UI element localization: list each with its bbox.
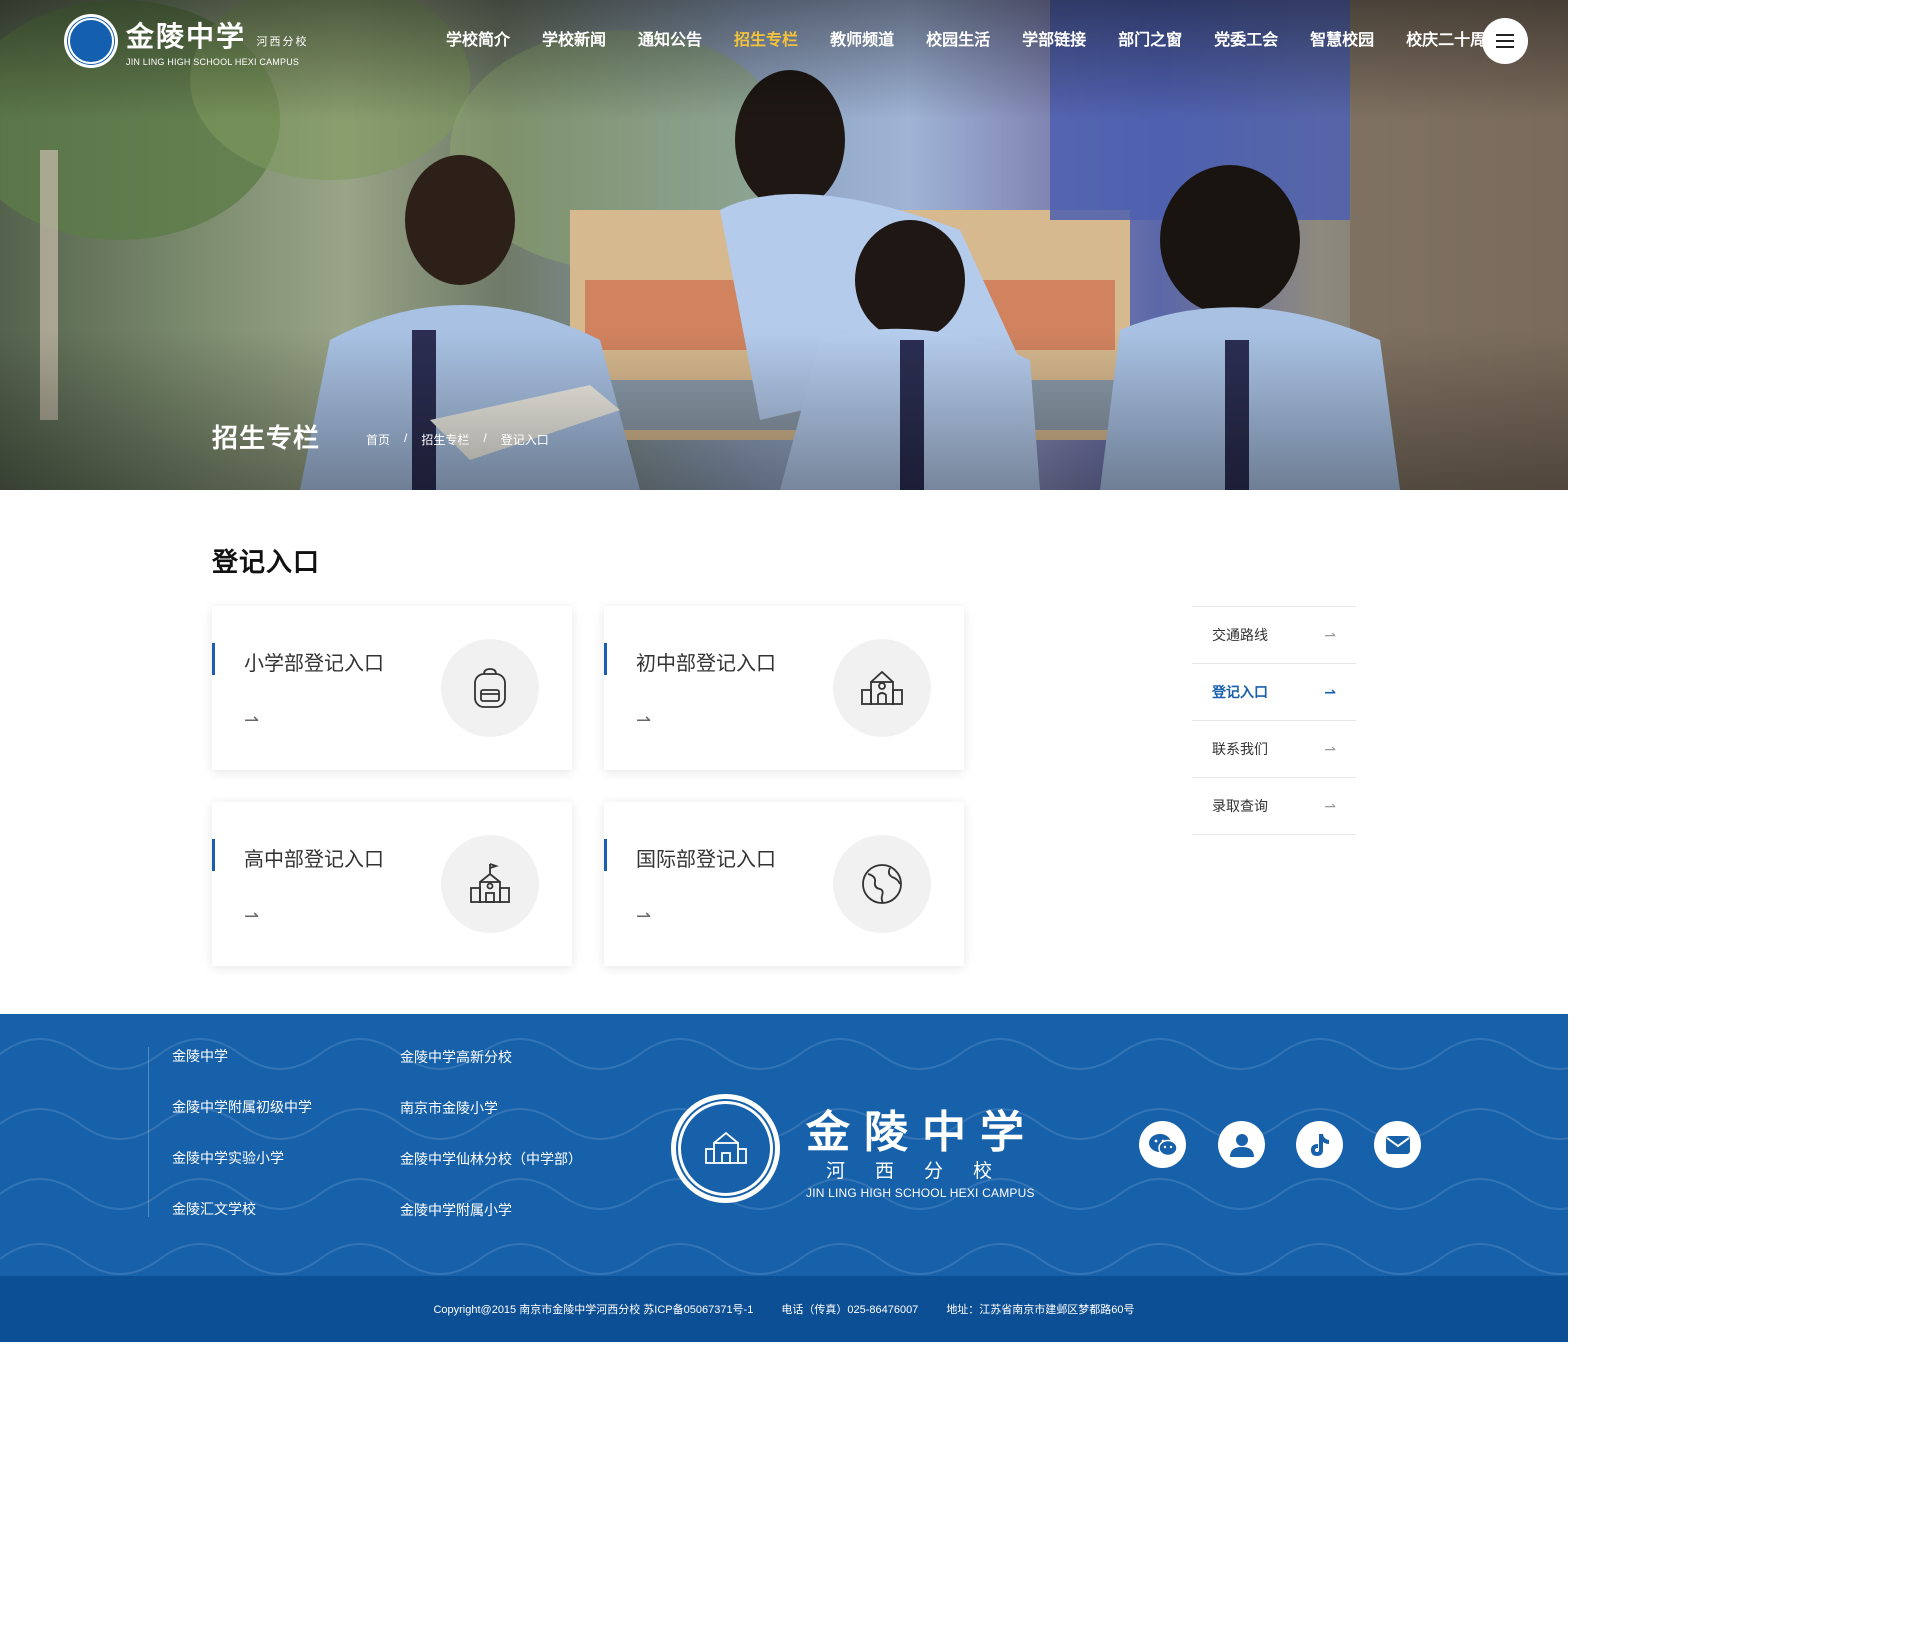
main-nav: 学校简介 学校新闻 通知公告 招生专栏 教师频道 校园生活 学部链接 部门之窗 …	[430, 30, 1518, 52]
nav-item-notices[interactable]: 通知公告	[638, 30, 702, 52]
nav-item-teachers[interactable]: 教师频道	[830, 30, 894, 52]
side-item-transport[interactable]: 交通路线 ⇀	[1192, 607, 1356, 664]
side-item-admission-query[interactable]: 录取查询 ⇀	[1192, 778, 1356, 835]
phone-text: 电话（传真）025-86476007	[781, 1304, 919, 1316]
schoolhouse-flag-icon	[441, 835, 539, 933]
breadcrumb-separator: /	[483, 431, 487, 445]
logo-branch: 河西分校	[256, 36, 309, 48]
card-senior-registration[interactable]: 高中部登记入口 ⇀	[212, 802, 572, 966]
card-title: 小学部登记入口	[244, 653, 384, 675]
footer-divider	[148, 1047, 149, 1217]
logo-english: JIN LING HIGH SCHOOL HEXI CAMPUS	[126, 57, 300, 67]
banner-title: 招生专栏	[212, 423, 321, 453]
hero-banner: 金陵中学 河西分校 JIN LING HIGH SCHOOL HEXI CAMP…	[0, 0, 1568, 490]
footer-school-seal-icon	[671, 1094, 780, 1203]
nav-item-departments[interactable]: 部门之窗	[1118, 30, 1182, 52]
card-title: 初中部登记入口	[636, 653, 776, 675]
arrow-right-icon: ⇀	[1324, 797, 1336, 814]
footer-link[interactable]: 金陵汇文学校	[172, 1199, 312, 1250]
card-primary-registration[interactable]: 小学部登记入口 ⇀	[212, 606, 572, 770]
breadcrumb-admissions[interactable]: 招生专栏	[421, 431, 469, 448]
site-logo[interactable]: 金陵中学 河西分校 JIN LING HIGH SCHOOL HEXI CAMP…	[64, 14, 308, 68]
card-junior-registration[interactable]: 初中部登记入口 ⇀	[604, 606, 964, 770]
copyright-text: Copyright@2015 南京市金陵中学河西分校 苏ICP备05067371…	[433, 1304, 754, 1316]
footer-link[interactable]: 金陵中学	[172, 1046, 312, 1097]
card-title: 高中部登记入口	[244, 849, 384, 871]
nav-item-divisions[interactable]: 学部链接	[1022, 30, 1086, 52]
side-item-label: 交通路线	[1212, 627, 1268, 643]
mail-icon[interactable]	[1374, 1121, 1421, 1168]
card-accent-bar	[212, 643, 215, 675]
arrow-right-icon: ⇀	[1324, 740, 1336, 757]
nav-item-campus-life[interactable]: 校园生活	[926, 30, 990, 52]
hero-bottom-shade	[0, 330, 1568, 490]
card-accent-bar	[212, 839, 215, 871]
page-title: 登记入口	[212, 547, 321, 577]
side-item-label: 录取查询	[1212, 798, 1268, 814]
breadcrumb-separator: /	[404, 431, 408, 445]
footer-link[interactable]: 金陵中学实验小学	[172, 1148, 312, 1199]
footer-link[interactable]: 金陵中学附属初级中学	[172, 1097, 312, 1148]
footer-logo-branch: 河西分校	[826, 1161, 1023, 1182]
side-item-registration[interactable]: 登记入口 ⇀	[1192, 664, 1356, 721]
nav-item-party-union[interactable]: 党委工会	[1214, 30, 1278, 52]
user-icon[interactable]	[1218, 1121, 1265, 1168]
school-seal-icon	[64, 14, 118, 68]
footer-links-col2: 金陵中学高新分校 南京市金陵小学 金陵中学仙林分校（中学部） 金陵中学附属小学	[400, 1047, 582, 1251]
card-title: 国际部登记入口	[636, 849, 776, 871]
footer-links-col1: 金陵中学 金陵中学附属初级中学 金陵中学实验小学 金陵汇文学校	[172, 1046, 312, 1250]
wechat-icon[interactable]	[1139, 1121, 1186, 1168]
breadcrumb-current: 登记入口	[500, 433, 549, 447]
arrow-right-icon: ⇀	[1324, 683, 1336, 700]
side-item-contact[interactable]: 联系我们 ⇀	[1192, 721, 1356, 778]
arrow-right-icon: ⇀	[636, 906, 652, 926]
arrow-right-icon: ⇀	[244, 710, 260, 730]
backpack-icon	[441, 639, 539, 737]
school-building-icon	[833, 639, 931, 737]
arrow-right-icon: ⇀	[244, 906, 260, 926]
tiktok-icon[interactable]	[1296, 1121, 1343, 1168]
page: 金陵中学 河西分校 JIN LING HIGH SCHOOL HEXI CAMP…	[0, 0, 1568, 1342]
footer-link[interactable]: 金陵中学附属小学	[400, 1200, 582, 1251]
nav-item-admissions[interactable]: 招生专栏	[734, 30, 798, 52]
card-accent-bar	[604, 839, 607, 871]
breadcrumb: 首页 / 招生专栏 / 登记入口	[366, 431, 549, 448]
side-menu: 交通路线 ⇀ 登记入口 ⇀ 联系我们 ⇀ 录取查询 ⇀	[1192, 606, 1356, 835]
globe-icon	[833, 835, 931, 933]
hamburger-menu-icon[interactable]	[1482, 18, 1528, 64]
footer-link[interactable]: 金陵中学仙林分校（中学部）	[400, 1149, 582, 1200]
nav-item-about[interactable]: 学校简介	[446, 30, 510, 52]
nav-item-news[interactable]: 学校新闻	[542, 30, 606, 52]
address-text: 地址：江苏省南京市建邺区梦都路60号	[946, 1304, 1135, 1316]
arrow-right-icon: ⇀	[636, 710, 652, 730]
breadcrumb-home[interactable]: 首页	[366, 431, 390, 448]
side-item-label: 联系我们	[1212, 741, 1268, 757]
footer-link[interactable]: 南京市金陵小学	[400, 1098, 582, 1149]
side-item-label: 登记入口	[1212, 684, 1268, 700]
card-accent-bar	[604, 643, 607, 675]
footer-logo-english: JIN LING HIGH SCHOOL HEXI CAMPUS	[806, 1186, 1035, 1200]
logo-name: 金陵中学	[126, 20, 247, 53]
footer-logo-name: 金陵中学	[806, 1107, 1038, 1158]
nav-item-smart-campus[interactable]: 智慧校园	[1310, 30, 1374, 52]
arrow-right-icon: ⇀	[1324, 626, 1336, 643]
footer-link[interactable]: 金陵中学高新分校	[400, 1047, 582, 1098]
copyright-bar: Copyright@2015 南京市金陵中学河西分校 苏ICP备05067371…	[0, 1276, 1568, 1342]
card-international-registration[interactable]: 国际部登记入口 ⇀	[604, 802, 964, 966]
